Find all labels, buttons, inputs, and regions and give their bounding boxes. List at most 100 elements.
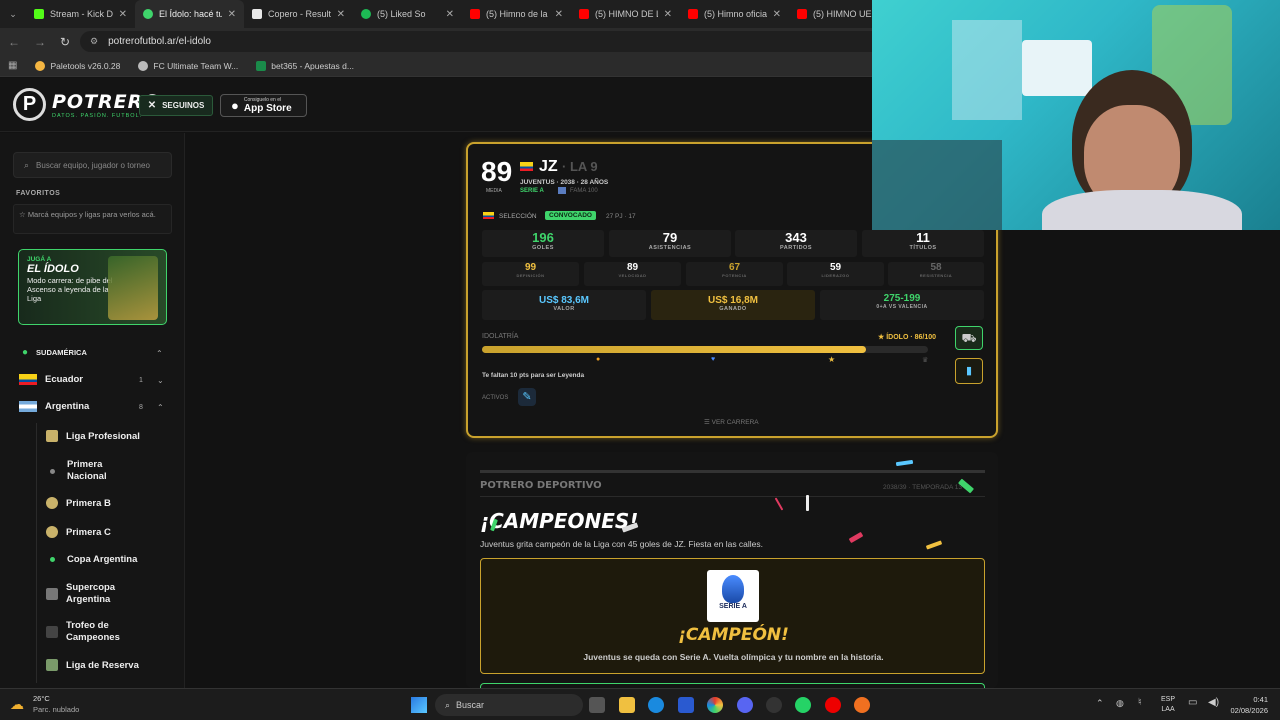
clock[interactable]: 0:41 02/08/2026: [1222, 694, 1268, 716]
browser-tab[interactable]: Stream - Kick Da ✕: [26, 0, 135, 28]
chrome-icon[interactable]: [707, 697, 723, 713]
opera-icon[interactable]: [825, 697, 841, 713]
favorites-hint: ☆ Marcá equipos y ligas para verlos acá.: [13, 204, 172, 234]
browser-tab[interactable]: Copero - Resultad✕: [244, 0, 353, 28]
youtube-icon: [688, 9, 698, 19]
idolatry-progress-fill: [482, 346, 866, 353]
taskbar-search[interactable]: ⌕ Buscar: [435, 694, 583, 716]
network-icon[interactable]: ◍: [1116, 698, 1124, 709]
bookmark-item[interactable]: bet365 - Apuestas d...: [256, 60, 354, 71]
air-conditioner-shape: [1022, 40, 1092, 96]
paletools-icon: [35, 60, 46, 71]
bookmark-item[interactable]: FC Ultimate Team W...: [138, 60, 238, 71]
windows-start-icon[interactable]: [411, 697, 427, 713]
sidebar-item-league[interactable]: Primera C: [46, 526, 111, 538]
search-input[interactable]: ⌕ Buscar equipo, jugador o torneo: [13, 152, 172, 178]
browser-tab[interactable]: (5) Himno de la C✕: [462, 0, 571, 28]
close-icon[interactable]: ✕: [773, 9, 781, 20]
player-rating: 89: [481, 156, 513, 187]
firefox-icon[interactable]: [854, 697, 870, 713]
sidebar-item-league[interactable]: Primera B: [46, 497, 111, 509]
sidebar-item-league[interactable]: Primera Nacional: [46, 459, 136, 483]
cart-icon[interactable]: ⛟: [955, 326, 983, 350]
sidebar-item-league[interactable]: Copa Argentina: [46, 554, 137, 565]
crown-icon: ♛: [922, 357, 929, 364]
language-indicator[interactable]: ESP LAA: [1161, 695, 1175, 715]
divider: [480, 496, 985, 497]
site-info-icon[interactable]: ⚙: [90, 36, 98, 47]
taskbar: ☁ 26°C Parc. nublado ⌕ Buscar ⌃ ◍ ♮ ESP LA…: [0, 688, 1280, 720]
close-icon[interactable]: ✕: [119, 9, 127, 20]
reload-icon[interactable]: ↻: [60, 35, 70, 49]
el-idolo-promo[interactable]: JUGÁ A EL ÍDOLO Modo carrera: de pibe de…: [18, 249, 167, 325]
monitor-icon[interactable]: ▭: [1188, 697, 1197, 708]
sidebar-item-league[interactable]: Trofeo de Campeones: [46, 620, 136, 644]
bookmark-item[interactable]: Paletools v26.0.28: [35, 60, 120, 71]
ecuador-flag-icon: [19, 374, 37, 385]
league-icon: [46, 626, 58, 638]
league-icon: [46, 588, 58, 600]
browser-tab-active[interactable]: El Ídolo: hacé tu ✕: [135, 0, 244, 28]
browser-tab[interactable]: (5) HIMNO DE LA✕: [571, 0, 680, 28]
wrench-icon[interactable]: ✎: [518, 388, 536, 406]
youtube-icon: [797, 9, 807, 19]
youtube-icon: [470, 9, 480, 19]
chevron-down-icon[interactable]: ⌄: [157, 376, 164, 385]
confetti: [806, 495, 809, 511]
star-icon: ★: [828, 355, 836, 364]
sidebar-item-league[interactable]: Liga Profesional: [46, 430, 140, 442]
chevron-up-icon[interactable]: ⌃: [1096, 698, 1104, 709]
champion-box: SERIE A ¡CAMPEÓN! Juventus se queda con …: [480, 558, 985, 674]
tree-line: [36, 423, 37, 683]
edge-icon[interactable]: [648, 697, 664, 713]
news-headline: ¡CAMPEONES!: [480, 509, 639, 533]
sidebar-item-argentina[interactable]: Argentina: [19, 401, 89, 412]
back-icon[interactable]: ←: [8, 35, 20, 49]
microphone-icon[interactable]: ♮: [1138, 697, 1142, 708]
ecuador-flag-icon: [483, 212, 494, 219]
task-view-icon[interactable]: [589, 697, 605, 713]
webcam-overlay: [872, 0, 1280, 230]
discord-icon[interactable]: [737, 697, 753, 713]
stat-matches: 343 PARTIDOS: [735, 230, 857, 257]
sidebar-item-league[interactable]: Liga de Reserva: [46, 659, 139, 671]
value-box: US$ 83,6M VALOR: [482, 290, 646, 320]
career-link[interactable]: ☰ VER CARRERA: [704, 418, 759, 426]
sidebar-item-ecuador[interactable]: Ecuador: [19, 374, 83, 385]
close-icon[interactable]: ✕: [664, 9, 672, 20]
sidebar-item-league[interactable]: Supercopa Argentina: [46, 582, 136, 606]
milestone-icon: ●: [596, 356, 601, 363]
file-explorer-icon[interactable]: [619, 697, 635, 713]
browser-tab[interactable]: (5) Liked So ✕: [353, 0, 462, 28]
close-icon[interactable]: ✕: [446, 9, 454, 20]
chevron-up-icon[interactable]: ⌃: [157, 403, 164, 412]
league-icon: [46, 497, 58, 509]
chair-shape: [872, 140, 1002, 230]
close-icon[interactable]: ✕: [337, 9, 345, 20]
x-follow-button[interactable]: ✕ SEGUINOS: [139, 95, 213, 116]
weather-icon: ☁: [10, 696, 24, 712]
close-icon[interactable]: ✕: [228, 9, 236, 20]
fc-icon: [138, 60, 149, 71]
earned-box: US$ 16,8M GANADO: [651, 290, 815, 320]
store-icon[interactable]: [678, 697, 694, 713]
browser-tab[interactable]: (5) Himno oficial ✕: [680, 0, 789, 28]
copero-icon: [252, 9, 262, 19]
volume-icon[interactable]: ◀): [1208, 697, 1219, 708]
bottle-icon[interactable]: ▮: [955, 358, 983, 384]
close-icon[interactable]: ✕: [555, 9, 563, 20]
forward-icon[interactable]: →: [34, 35, 46, 49]
url-input[interactable]: ⚙ potrerofutbol.ar/el-idolo: [80, 31, 900, 52]
idolatry-progress-track: [482, 346, 928, 353]
apps-grid-icon[interactable]: ▦: [8, 60, 17, 71]
region-sudamerica[interactable]: ● SUDAMÉRICA: [22, 347, 87, 358]
attr-speed: 89 VELOCIDAD: [584, 262, 681, 286]
whatsapp-icon[interactable]: [795, 697, 811, 713]
tab-menu-icon[interactable]: ⌄: [0, 9, 26, 20]
record-box: 275-199 0+A VS VALENCIA: [820, 290, 984, 320]
chevron-up-icon[interactable]: ⌃: [156, 349, 163, 358]
person-shirt-shape: [1042, 190, 1242, 230]
app-store-button[interactable]: ● Consiguelo en el App Store: [220, 94, 307, 117]
attr-power: 67 POTENCIA: [686, 262, 783, 286]
obs-icon[interactable]: [766, 697, 782, 713]
